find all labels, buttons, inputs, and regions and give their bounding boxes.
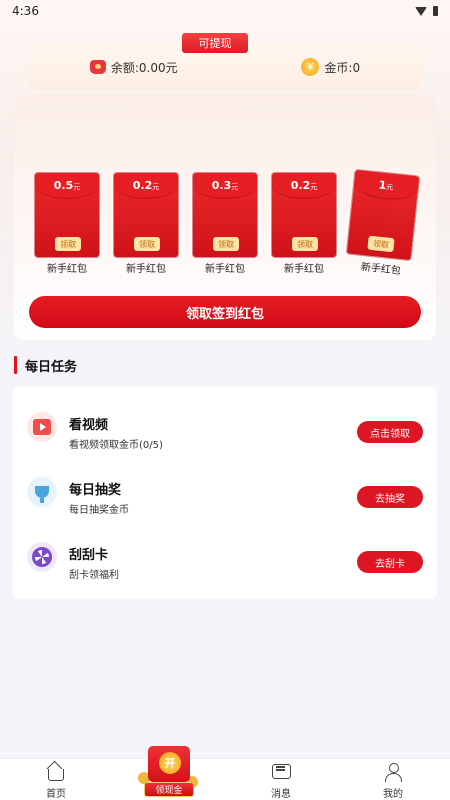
task-item: 看视频 看视频领取金币(0/5) 点击领取 xyxy=(13,404,437,454)
task-item: 刮刮卡 刮卡领福利 去刮卡 xyxy=(13,534,437,584)
coins-text: 金币:0 xyxy=(324,60,361,75)
status-bar: 4:36 xyxy=(0,0,450,22)
tab-label: 消息 xyxy=(271,789,291,800)
scratch-card-icon xyxy=(27,542,57,572)
home-icon xyxy=(46,763,66,781)
balance-item: 余额:0.00元 xyxy=(89,59,178,76)
packet-label: 新手红包 xyxy=(126,264,166,275)
tab-label: 领现金 xyxy=(144,782,194,797)
wifi-icon xyxy=(415,6,427,16)
packet-amount: 0.5元 xyxy=(53,179,81,192)
tab-label: 首页 xyxy=(46,789,66,800)
packet-label: 新手红包 xyxy=(205,264,245,275)
coin-icon: ¥ xyxy=(301,58,320,76)
packet-label: 新手红包 xyxy=(284,264,324,275)
task-title: 每日抽奖 xyxy=(69,483,122,498)
center-red-packet-icon: 开 xyxy=(148,746,190,782)
user-icon xyxy=(383,763,403,782)
task-item: 每日抽奖 每日抽奖金币 去抽奖 xyxy=(13,469,437,519)
packet-amount: 0.2元 xyxy=(132,179,160,192)
red-packet[interactable]: 0.2元 领取 xyxy=(113,172,179,258)
video-icon xyxy=(27,412,57,442)
task-desc: 每日抽奖金币 xyxy=(69,505,129,516)
red-packet[interactable]: 0.5元 领取 xyxy=(34,172,100,258)
packet-claim-button[interactable]: 领取 xyxy=(134,237,160,251)
status-icons xyxy=(415,6,438,16)
coins-item: ¥ 金币:0 xyxy=(301,58,360,76)
signin-red-packet-button[interactable]: 领取签到红包 xyxy=(29,296,421,328)
red-packet[interactable]: 0.2元 领取 xyxy=(271,172,337,258)
tab-me[interactable]: 我的 xyxy=(363,763,423,800)
task-desc: 刮卡领福利 xyxy=(69,570,119,581)
packet-claim-button[interactable]: 领取 xyxy=(367,235,395,253)
tab-label: 我的 xyxy=(383,789,403,800)
task-title: 看视频 xyxy=(69,418,109,433)
battery-icon xyxy=(433,6,438,16)
lottery-button[interactable]: 去抽奖 xyxy=(357,486,423,508)
tab-messages[interactable]: 消息 xyxy=(251,763,311,800)
withdraw-tag[interactable]: 可提现 xyxy=(182,33,248,53)
task-desc: 看视频领取金币(0/5) xyxy=(69,440,163,451)
status-time: 4:36 xyxy=(12,4,39,18)
daily-task-card: 看视频 看视频领取金币(0/5) 点击领取 每日抽奖 每日抽奖金币 去抽奖 刮刮… xyxy=(13,387,437,599)
packet-claim-button[interactable]: 领取 xyxy=(213,237,239,251)
red-packet[interactable]: 0.3元 领取 xyxy=(192,172,258,258)
packet-claim-button[interactable]: 领取 xyxy=(292,237,318,251)
packet-amount: 0.2元 xyxy=(290,179,318,192)
red-packet-list: 0.5元 领取 新手红包 0.2元 领取 新手红包 0.3元 领取 新手红包 0… xyxy=(34,168,424,282)
message-icon xyxy=(271,763,291,781)
red-packet[interactable]: 1元 领取 xyxy=(345,168,421,262)
bottom-tab-bar: 首页 消息 我的 xyxy=(0,758,450,800)
trophy-icon xyxy=(27,477,57,507)
watch-video-button[interactable]: 点击领取 xyxy=(357,421,423,443)
scratch-card-button[interactable]: 去刮卡 xyxy=(357,551,423,573)
packet-claim-button[interactable]: 领取 xyxy=(55,237,81,251)
tab-home[interactable]: 首页 xyxy=(26,763,86,800)
purse-icon xyxy=(89,60,106,74)
open-coin-icon: 开 xyxy=(159,752,181,774)
task-title: 刮刮卡 xyxy=(69,548,109,563)
packet-label: 新手红包 xyxy=(47,264,87,275)
packet-amount: 0.3元 xyxy=(211,179,239,192)
tab-get-cash[interactable]: 开 领现金 xyxy=(138,746,198,798)
section-title: 每日任务 xyxy=(14,355,77,375)
balance-text: 余额:0.00元 xyxy=(110,60,178,75)
